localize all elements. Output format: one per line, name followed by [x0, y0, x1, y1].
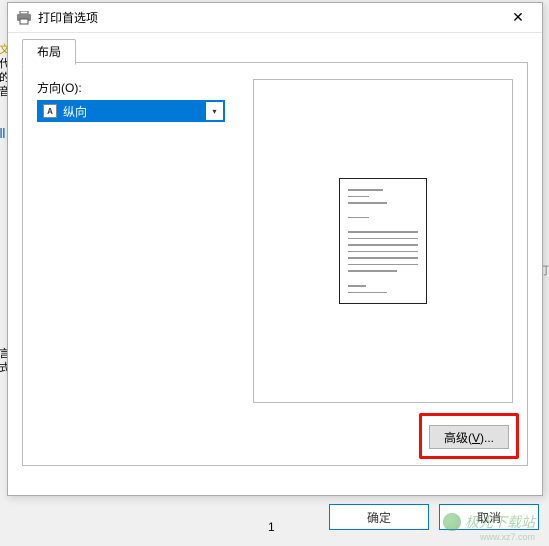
tab-layout[interactable]: 布局 [22, 39, 76, 65]
ok-button[interactable]: 确定 [329, 504, 429, 530]
printer-icon [16, 11, 32, 25]
print-preferences-dialog: 打印首选项 ✕ 布局 方向(O): A 纵向 ▾ [7, 2, 543, 496]
advanced-button[interactable]: 高级(V)... [429, 425, 509, 449]
close-button[interactable]: ✕ [498, 4, 538, 32]
watermark-url: www.xz7.com [480, 532, 535, 542]
orientation-value: 纵向 [63, 103, 87, 120]
page-number: 1 [268, 520, 275, 534]
orientation-combo[interactable]: A 纵向 ▾ [37, 100, 225, 122]
orientation-selected: A 纵向 [39, 102, 205, 120]
titlebar: 打印首选项 ✕ [8, 3, 542, 33]
dialog-content: 布局 方向(O): A 纵向 ▾ [8, 33, 542, 480]
chevron-down-icon[interactable]: ▾ [205, 102, 223, 120]
dialog-buttons: 确定 取消 [329, 504, 539, 530]
page-preview [339, 178, 427, 304]
bg-ornament: Ⅱ [0, 125, 6, 142]
print-preview-box [253, 79, 513, 403]
dialog-title: 打印首选项 [38, 9, 498, 26]
advanced-button-label: 高级(V)... [444, 429, 494, 446]
tab-strip: 布局 [22, 39, 528, 63]
tab-panel-layout: 方向(O): A 纵向 ▾ [22, 62, 528, 466]
cancel-button[interactable]: 取消 [439, 504, 539, 530]
portrait-icon: A [43, 104, 57, 118]
